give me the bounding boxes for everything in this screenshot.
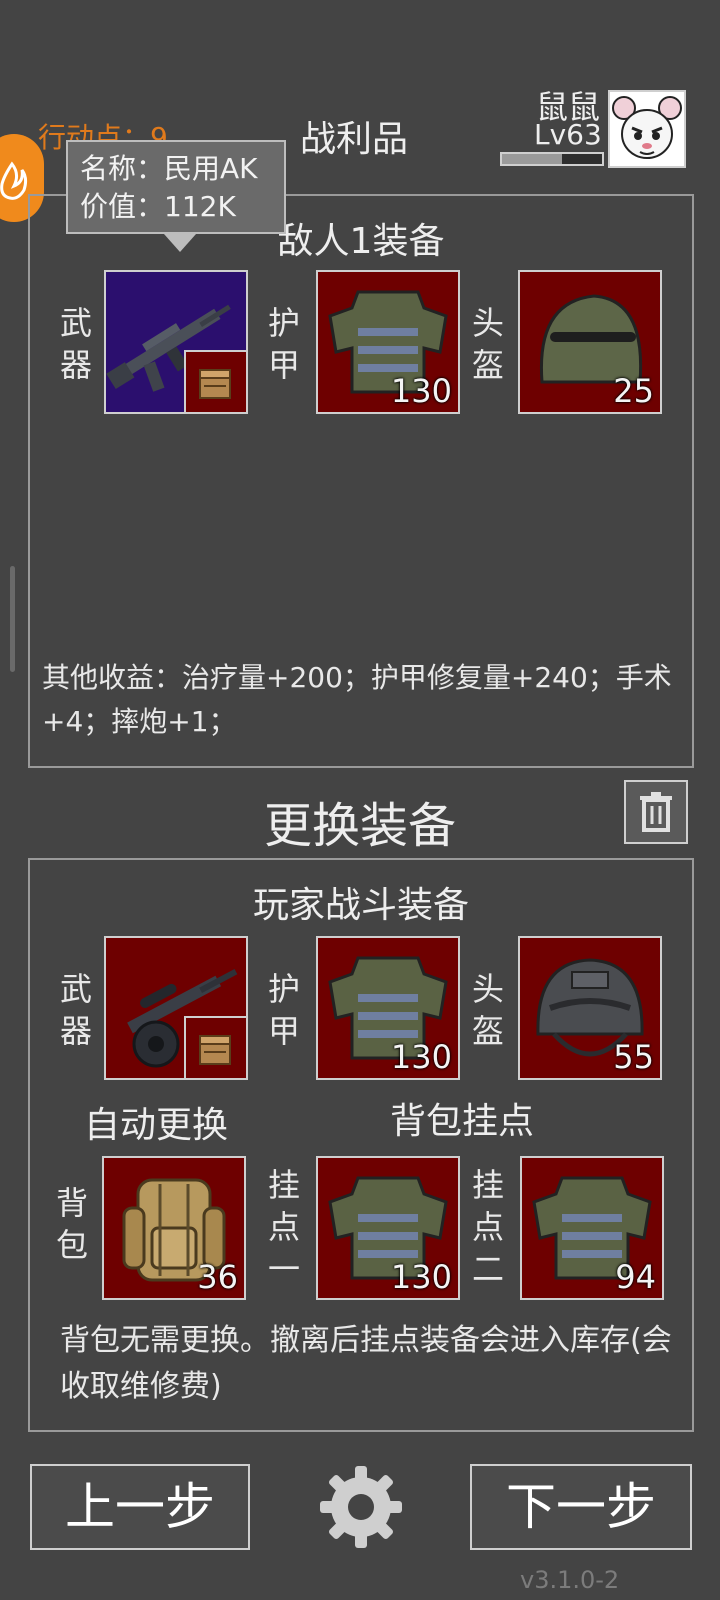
player-armor-slot[interactable]: 130: [316, 936, 460, 1080]
player-weapon-ammo-box: [184, 1016, 246, 1078]
player-helmet-slot[interactable]: 55: [518, 936, 662, 1080]
player-armor-durability: 130: [390, 1038, 452, 1076]
enemy-armor-durability: 130: [390, 372, 452, 410]
enemy-weapon-label: 武器: [59, 304, 92, 384]
mount2-label: 挂点二: [471, 1166, 504, 1288]
player-weapon-label: 武器: [59, 970, 92, 1050]
enemy-helmet-label: 头盔: [471, 304, 504, 384]
player-weapon-slot[interactable]: [104, 936, 248, 1080]
tooltip-name: 名称：民用AK: [80, 152, 258, 185]
mount2-slot[interactable]: 94: [520, 1156, 664, 1300]
enemy-weapon-ammo-box: [184, 350, 246, 412]
version-label: v3.1.0-2: [520, 1566, 620, 1594]
next-step-button[interactable]: 下一步: [470, 1464, 692, 1550]
player-helmet-label: 头盔: [471, 970, 504, 1050]
backpack-note: 背包无需更换。撤离后挂点装备会进入库存(会收取维修费): [60, 1323, 672, 1404]
trash-button[interactable]: [624, 780, 688, 844]
loot-title: 战利品: [300, 119, 409, 160]
backpack-mount-title: 背包挂点: [390, 1101, 535, 1142]
enemy-helmet-durability: 25: [613, 372, 654, 410]
avatar[interactable]: [608, 90, 686, 168]
tooltip-value: 价值：112K: [80, 190, 236, 223]
ammo-box-icon: [199, 1035, 231, 1065]
trash-icon: [640, 792, 672, 832]
item-tooltip: 名称：民用AK 价值：112K: [66, 140, 286, 234]
mount1-label: 挂点一: [267, 1166, 300, 1288]
other-income-text: 其他收益：治疗量+200；护甲修复量+240；手术+4；摔炮+1；: [42, 661, 672, 738]
enemy-weapon-slot[interactable]: [104, 270, 248, 414]
tooltip-pointer: [164, 234, 196, 252]
player-helmet-durability: 55: [613, 1038, 654, 1076]
enemy-armor-slot[interactable]: 130: [316, 270, 460, 414]
gear-icon[interactable]: [316, 1462, 406, 1552]
player-level: Lv63: [534, 118, 602, 151]
backpack-slot[interactable]: 36: [102, 1156, 246, 1300]
player-equipment-title: 玩家战斗装备: [252, 885, 469, 926]
player-armor-label: 护甲: [267, 970, 300, 1050]
enemy-armor-label: 护甲: [267, 304, 300, 384]
swap-equipment-title: 更换装备: [263, 798, 456, 854]
enemy-helmet-slot[interactable]: 25: [518, 270, 662, 414]
mount1-durability: 130: [390, 1258, 452, 1296]
prev-step-button[interactable]: 上一步: [30, 1464, 250, 1550]
mount1-slot[interactable]: 130: [316, 1156, 460, 1300]
xp-bar: [500, 152, 604, 166]
mount2-durability: 94: [615, 1258, 656, 1296]
backpack-durability: 36: [197, 1258, 238, 1296]
auto-swap-button[interactable]: 自动更换: [84, 1096, 228, 1148]
ammo-box-icon: [199, 369, 231, 399]
scroll-indicator[interactable]: [10, 566, 15, 672]
backpack-label: 背包: [55, 1184, 88, 1264]
